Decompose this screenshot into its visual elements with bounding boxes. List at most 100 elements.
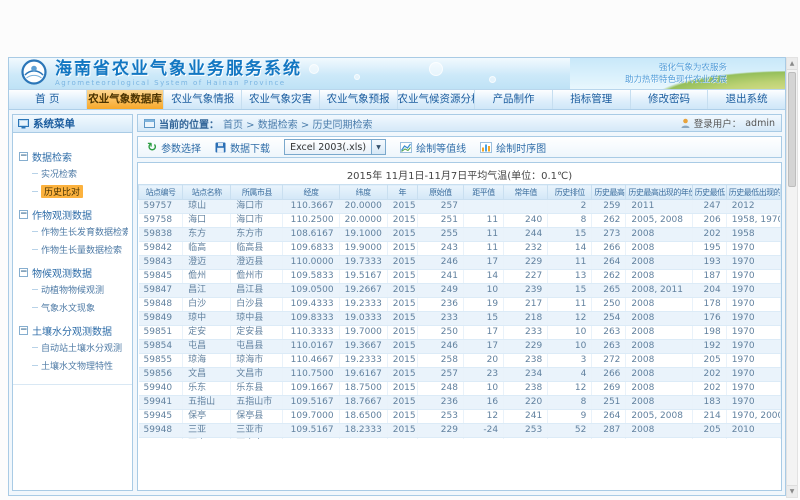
table-row[interactable]: 59945保亭保亭县109.700018.6500201525312241926… — [139, 410, 781, 424]
sidebar-item[interactable]: − 动植物物候观测 — [19, 280, 128, 298]
table-cell: 218 — [504, 312, 548, 326]
sidebar-item[interactable]: − 自动站土壤水分观测 — [19, 338, 128, 356]
sidebar-item[interactable]: − 作物生长发育数据检索 — [19, 222, 128, 240]
table-cell: 59855 — [139, 354, 183, 368]
table-cell: 266 — [592, 368, 626, 382]
collapse-icon[interactable]: − — [19, 268, 28, 277]
collapse-icon[interactable]: − — [19, 152, 28, 161]
table-cell: 204 — [692, 284, 726, 298]
table-row[interactable]: 59855琼海琼海市110.466719.2333201525820238327… — [139, 354, 781, 368]
table-cell: 233 — [417, 312, 463, 326]
table-cell: 214 — [692, 410, 726, 424]
table-cell: 定安县 — [231, 326, 283, 340]
table-cell: 1970 — [726, 256, 780, 270]
table-row[interactable]: 59848白沙白沙县109.433319.2333201523619217112… — [139, 298, 781, 312]
sidebar-item[interactable]: − 作物生长量数据检索 — [19, 240, 128, 258]
nav-item[interactable]: 指标管理 — [553, 90, 631, 109]
table-row[interactable]: 59842临高临高县109.683319.9000201524311232142… — [139, 242, 781, 256]
nav-item-label: 农业气象情报 — [171, 93, 234, 105]
nav-item[interactable]: 退出系统 — [708, 90, 785, 109]
table-cell: 1970 — [726, 326, 780, 340]
table-row[interactable]: 59951万宁万宁市110.366718.8000201525613243927… — [139, 438, 781, 440]
sidebar-item[interactable]: − 气象水文现象 — [19, 298, 128, 316]
draw-timeseries-button[interactable]: 绘制时序图 — [480, 140, 546, 155]
sidebar-item-label: 历史比对 — [41, 185, 83, 198]
table-cell: 20.0000 — [339, 214, 387, 228]
param-select-button[interactable]: ↻ 参数选择 — [147, 140, 201, 155]
excel-format-select[interactable]: Excel 2003(.xls) ▼ — [284, 139, 386, 155]
table-cell: 海口 — [183, 214, 231, 228]
sidebar-item[interactable]: − 作物观测数据 — [19, 207, 128, 222]
table-cell: 206 — [692, 214, 726, 228]
draw-isoline-button[interactable]: 绘制等值线 — [400, 140, 466, 155]
scroll-up-icon[interactable]: ▲ — [787, 58, 797, 70]
table-row[interactable]: 59845儋州儋州市109.583319.5167201524114227132… — [139, 270, 781, 284]
table-row[interactable]: 59758海口海口市110.250020.0000201525111240826… — [139, 214, 781, 228]
nav-item[interactable]: 首 页 — [9, 90, 87, 109]
download-button[interactable]: 数据下载 — [215, 140, 270, 155]
table-cell: 202 — [692, 228, 726, 242]
nav-item-label: 退出系统 — [726, 93, 768, 105]
sidebar-item[interactable]: − 土壤水分观测数据 — [19, 323, 128, 338]
sidebar-header-label: 系统菜单 — [33, 116, 75, 131]
dropdown-arrow-icon[interactable]: ▼ — [371, 140, 385, 154]
table-cell: 19.9000 — [339, 242, 387, 256]
table-cell: 19.7333 — [339, 256, 387, 270]
vertical-scrollbar[interactable]: ▲ ▼ — [786, 57, 798, 498]
table-cell: 19.1000 — [339, 228, 387, 242]
nav-item[interactable]: 农业气象数据库 — [87, 90, 165, 109]
table-cell: 248 — [417, 382, 463, 396]
table-cell: 万宁 — [183, 438, 231, 440]
table-row[interactable]: 59940乐东乐东县109.166718.7500201524810238122… — [139, 382, 781, 396]
sidebar-item[interactable]: − 物候观测数据 — [19, 265, 128, 280]
sidebar-item[interactable]: − 数据检索 — [19, 149, 128, 164]
table-cell: 59847 — [139, 284, 183, 298]
table-row[interactable]: 59948三亚三亚市109.516718.23332015229-2425352… — [139, 424, 781, 438]
breadcrumb-path[interactable]: 首页 > 数据检索 > 历史同期检索 — [223, 116, 372, 131]
table-cell: 2015 — [387, 326, 417, 340]
collapse-icon[interactable]: − — [19, 210, 28, 219]
nav-item-label: 指标管理 — [570, 93, 612, 105]
sidebar-item[interactable]: − 历史比对 — [19, 182, 128, 200]
tree-connector-line — [32, 347, 38, 348]
table-row[interactable]: 59843澄迈澄迈县110.000019.7333201524617229112… — [139, 256, 781, 270]
table-row[interactable]: 59849琼中琼中县109.833319.0333201523315218122… — [139, 312, 781, 326]
table-cell: 14 — [548, 242, 592, 256]
nav-item[interactable]: 农业气象预报 — [320, 90, 398, 109]
table-row[interactable]: 59757琼山海口市110.366720.0000201525722592011… — [139, 200, 781, 214]
table-cell: 18.7667 — [339, 396, 387, 410]
table-row[interactable]: 59941五指山五指山市109.516718.76672015236162208… — [139, 396, 781, 410]
scrollbar-thumb[interactable] — [788, 72, 796, 187]
table-cell: 17 — [463, 340, 503, 354]
table-cell: 176 — [692, 312, 726, 326]
table-cell: 269 — [592, 382, 626, 396]
nav-item[interactable]: 农业气候资源分析 — [398, 90, 476, 109]
table-row[interactable]: 59854屯昌屯昌县110.016719.3667201524617229102… — [139, 340, 781, 354]
nav-item[interactable]: 农业气象情报 — [164, 90, 242, 109]
table-row[interactable]: 59851定安定安县110.333319.7000201525017233102… — [139, 326, 781, 340]
table-cell: 19.2333 — [339, 354, 387, 368]
table-row[interactable]: 59838东方东方市108.616719.1000201525511244152… — [139, 228, 781, 242]
tree-connector-line — [32, 191, 38, 192]
app-window: 海南省农业气象业务服务系统 Agrometeorological System … — [8, 57, 786, 496]
sidebar-item[interactable]: − 土壤水文物理特性 — [19, 356, 128, 374]
nav-item[interactable]: 修改密码 — [631, 90, 709, 109]
nav-item[interactable]: 产品制作 — [475, 90, 553, 109]
table-cell: 2015 — [387, 410, 417, 424]
scroll-down-icon[interactable]: ▼ — [787, 485, 797, 497]
table-row[interactable]: 59847昌江昌江县109.050019.2667201524910239152… — [139, 284, 781, 298]
collapse-icon[interactable]: − — [19, 326, 28, 335]
tree-connector-line — [32, 231, 38, 232]
table-scroll-area[interactable]: 站点编号站点名称所属市县经度纬度年原始值距平值常年值历史排位历史最高历史最高出现… — [138, 184, 781, 439]
sidebar-item[interactable]: − 实况检索 — [19, 164, 128, 182]
refresh-icon: ↻ — [147, 142, 157, 152]
table-cell: 241 — [504, 410, 548, 424]
table-row[interactable]: 59856文昌文昌市110.750019.6167201525723234426… — [139, 368, 781, 382]
table-cell: 儋州 — [183, 270, 231, 284]
table-cell: 琼中 — [183, 312, 231, 326]
table-cell: 195 — [692, 242, 726, 256]
table-cell: 236 — [417, 396, 463, 410]
table-cell: 241 — [417, 270, 463, 284]
nav-item[interactable]: 农业气象灾害 — [242, 90, 320, 109]
table-cell: 2015 — [387, 270, 417, 284]
